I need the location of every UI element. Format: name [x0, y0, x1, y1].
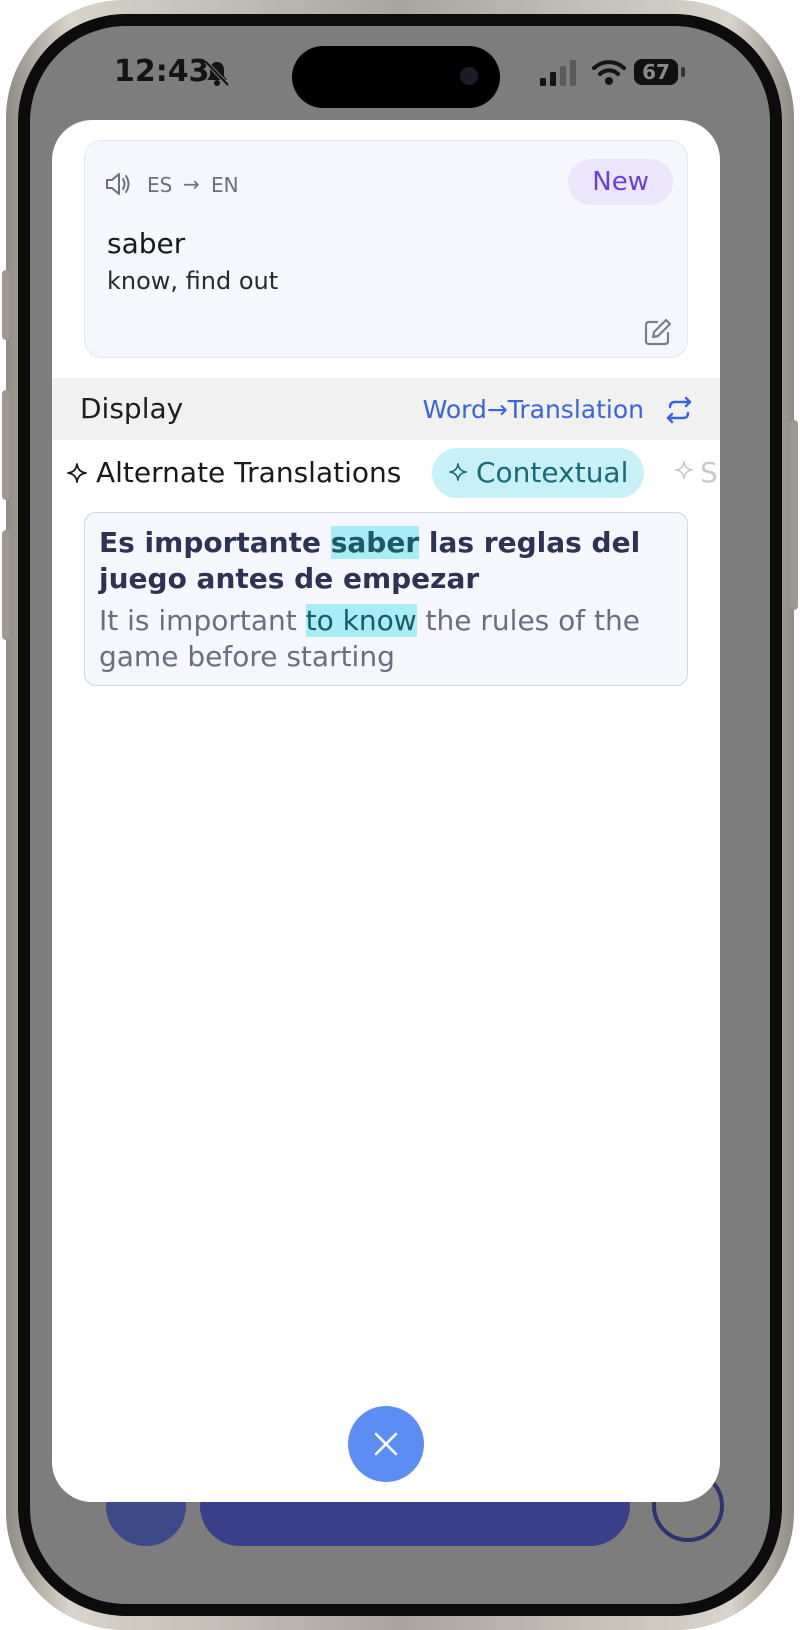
status-badge: New	[568, 159, 673, 205]
camera-icon	[460, 67, 478, 85]
side-button	[2, 390, 10, 500]
side-button	[790, 420, 798, 610]
sentence-highlight: saber	[330, 526, 420, 559]
sparkle-icon	[67, 463, 87, 483]
dynamic-island	[292, 46, 500, 108]
swap-icon[interactable]	[662, 395, 696, 425]
status-time: 12:43	[114, 54, 210, 89]
sentence-text: Es importante	[99, 526, 331, 559]
translation-tabs: Alternate Translations Contextual S	[52, 448, 720, 504]
word-detail-sheet: ES → EN New saber know, find out Display…	[52, 120, 720, 1502]
sparkle-icon	[675, 461, 693, 479]
display-setting-row[interactable]: Display Word→Translation	[52, 378, 720, 440]
tab-contextual-label: Contextual	[476, 456, 629, 489]
tab-next[interactable]: S	[700, 456, 718, 489]
target-language: EN	[211, 173, 239, 197]
battery-tip	[681, 67, 685, 77]
side-button	[2, 270, 10, 340]
bell-slash-icon	[204, 60, 230, 87]
side-button	[2, 530, 10, 640]
battery-icon: 67	[634, 59, 678, 85]
arrow-right-icon: →	[183, 172, 200, 196]
sparkle-icon	[449, 463, 467, 481]
translation-highlight: to know	[305, 604, 417, 637]
word-card: ES → EN New saber know, find out	[84, 140, 688, 358]
example-card: Es importante saber las reglas del juego…	[84, 512, 688, 686]
phone-screen: 12:43 67 ES → EN New saber know, find ou…	[30, 26, 770, 1604]
wifi-icon	[592, 60, 626, 85]
translation-text: It is important	[99, 604, 306, 637]
speaker-icon[interactable]	[103, 169, 133, 199]
close-button[interactable]	[348, 1406, 424, 1482]
example-sentence: Es importante saber las reglas del juego…	[99, 525, 679, 597]
edit-icon[interactable]	[643, 317, 673, 347]
word-meaning: know, find out	[107, 267, 279, 295]
signal-icon	[540, 60, 576, 86]
word-text: saber	[107, 227, 186, 260]
tab-alternate-translations[interactable]: Alternate Translations	[96, 456, 401, 489]
source-language: ES	[147, 173, 173, 197]
status-bar: 12:43 67	[30, 26, 770, 122]
tab-contextual[interactable]: Contextual	[432, 448, 645, 498]
display-label: Display	[80, 392, 184, 425]
example-translation: It is important to know the rules of the…	[99, 603, 679, 675]
close-icon	[374, 1432, 398, 1456]
display-mode-value[interactable]: Word→Translation	[423, 395, 644, 424]
